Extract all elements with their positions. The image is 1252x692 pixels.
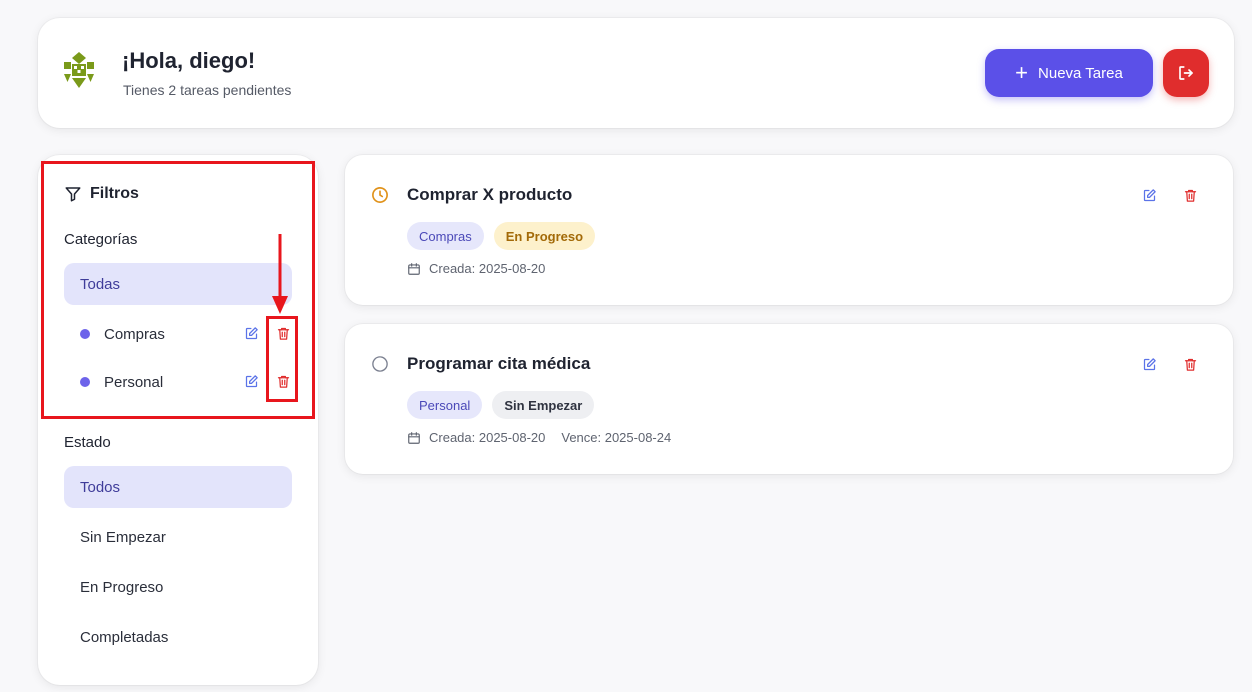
category-badge: Compras: [407, 222, 484, 250]
greeting-title: ¡Hola, diego!: [122, 48, 256, 73]
status-filter-label: Completadas: [80, 628, 169, 646]
new-task-label: Nueva Tarea: [1038, 64, 1123, 82]
plus-icon: +: [1015, 60, 1029, 85]
task-dates: Creada: 2025-08-20 Vence: 2025-08-24: [407, 430, 671, 445]
annotation-arrow-icon: [272, 234, 288, 314]
edit-icon[interactable]: [1142, 188, 1157, 203]
due-date: Vence: 2025-08-24: [561, 430, 672, 445]
status-filter-in-progress[interactable]: En Progreso: [64, 566, 292, 608]
edit-icon[interactable]: [1142, 357, 1157, 372]
calendar-icon: [408, 431, 420, 444]
status-filter-completed[interactable]: Completadas: [64, 616, 292, 658]
task-dates: Creada: 2025-08-20: [407, 261, 545, 276]
created-date: Creada: 2025-08-20: [429, 261, 546, 276]
task-title: Comprar X producto: [407, 185, 573, 204]
task-card[interactable]: Comprar X producto Compras En Progreso C…: [345, 155, 1233, 305]
status-badge: En Progreso: [493, 222, 596, 250]
logout-button[interactable]: [1163, 49, 1209, 97]
task-card[interactable]: Programar cita médica Personal Sin Empez…: [345, 324, 1233, 474]
task-badges: Compras En Progreso: [407, 222, 596, 250]
identicon-avatar-icon: [64, 52, 94, 88]
status-filter-all[interactable]: Todos: [64, 466, 292, 508]
status-filter-label: En Progreso: [80, 578, 164, 596]
new-task-button[interactable]: + Nueva Tarea: [985, 49, 1153, 97]
clock-icon[interactable]: [371, 186, 389, 204]
created-date: Creada: 2025-08-20: [429, 430, 546, 445]
status-filter-not-started[interactable]: Sin Empezar: [64, 516, 292, 558]
status-filter-label: Todos: [80, 478, 121, 496]
status-heading: Estado: [64, 434, 111, 451]
annotation-box-delete-icons: [266, 316, 298, 402]
task-title: Programar cita médica: [407, 354, 591, 373]
calendar-icon: [408, 262, 420, 275]
category-badge: Personal: [407, 391, 483, 419]
status-badge: Sin Empezar: [492, 391, 595, 419]
task-badges: Personal Sin Empezar: [407, 391, 595, 419]
trash-icon[interactable]: [1183, 357, 1198, 372]
empty-circle-icon[interactable]: [371, 355, 389, 373]
status-filter-label: Sin Empezar: [80, 528, 166, 546]
pending-tasks-subtitle: Tienes 2 tareas pendientes: [123, 82, 292, 98]
header-card: ¡Hola, diego! Tienes 2 tareas pendientes…: [38, 18, 1234, 128]
trash-icon[interactable]: [1183, 188, 1198, 203]
logout-icon: [1179, 66, 1193, 80]
